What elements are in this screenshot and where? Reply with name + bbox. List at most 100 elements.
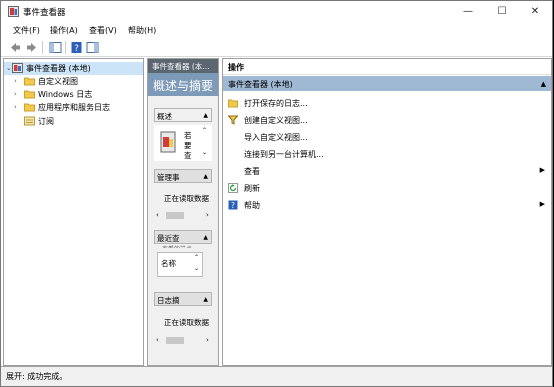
title-bar: 事件查看器 — ☐ ✕ — [1, 1, 552, 23]
svg-text:?: ? — [74, 44, 79, 54]
overview-content: 若 要 查 ⌃ ⌄ — [154, 125, 212, 161]
admin-events-section-header[interactable]: 管理事 ▲ — [154, 169, 212, 183]
action-connect-computer[interactable]: 连接到另一台计算机... — [223, 145, 551, 162]
collapse-arrow-icon: ▲ — [540, 80, 546, 88]
folder-icon — [24, 90, 35, 99]
scroll-thumb[interactable] — [166, 212, 184, 219]
log-summary-label: 日志摘 — [157, 296, 180, 305]
refresh-icon — [228, 183, 238, 193]
collapse-arrow-icon: ▲ — [203, 112, 208, 119]
expand-chevron-icon[interactable]: › — [14, 90, 17, 98]
show-hide-tree-icon[interactable] — [49, 41, 62, 54]
event-viewer-window: 事件查看器 — ☐ ✕ 文件(F) 操作(A) 查看(V) 帮助(H) ? ⌄ … — [0, 0, 553, 387]
submenu-arrow-icon: ▶ — [539, 200, 545, 208]
log-summary-status: 正在读取数据 — [164, 318, 209, 327]
expand-chevron-icon[interactable]: › — [14, 77, 17, 85]
collapse-arrow-icon: ▲ — [203, 173, 208, 180]
submenu-arrow-icon: ▶ — [539, 166, 545, 174]
menu-action[interactable]: 操作(A) — [50, 25, 78, 36]
window-title: 事件查看器 — [23, 8, 66, 18]
recent-views-list: 名称 ⌃ ⌄ — [157, 252, 203, 277]
expand-chevron-icon[interactable]: › — [14, 103, 17, 111]
filter-icon — [228, 115, 238, 125]
maximize-button[interactable]: ☐ — [485, 1, 519, 23]
toolbar-divider — [42, 41, 43, 54]
tree-root[interactable]: ⌄ 事件查看器 (本地) — [4, 62, 143, 75]
recent-views-subtitle: 查看的节点 — [162, 244, 192, 248]
toolbar-divider — [65, 41, 66, 54]
collapse-arrow-icon: ▲ — [203, 296, 208, 303]
tree-item-label: 订阅 — [38, 117, 54, 126]
action-import-custom-view[interactable]: 导入自定义视图... — [223, 128, 551, 145]
admin-events-status: 正在读取数据 — [164, 194, 209, 203]
subscription-icon — [24, 116, 35, 126]
toolbar: ? — [1, 38, 552, 57]
scroll-up-icon[interactable]: ⌃ — [202, 127, 207, 134]
scroll-up-icon[interactable]: ⌃ — [194, 254, 199, 261]
help-book-icon[interactable]: ? — [70, 41, 83, 54]
action-label: 导入自定义视图... — [244, 133, 308, 142]
action-help[interactable]: ? 帮助 ▶ — [223, 196, 551, 213]
close-button[interactable]: ✕ — [518, 1, 552, 23]
event-viewer-icon — [8, 6, 19, 17]
back-arrow-icon[interactable] — [9, 41, 22, 54]
menu-file[interactable]: 文件(F) — [13, 25, 40, 36]
name-column-header[interactable]: 名称 — [161, 258, 176, 269]
admin-events-label: 管理事 — [157, 173, 180, 182]
menu-bar: 文件(F) 操作(A) 查看(V) 帮助(H) — [1, 23, 552, 38]
summary-pane: 事件查看器 (本... 概述与摘要 概述 ▲ 若 要 查 ⌃ ⌄ 管理事 ▲ 正… — [147, 58, 219, 366]
folder-icon — [24, 77, 35, 86]
action-label: 连接到另一台计算机... — [244, 150, 324, 159]
summary-pane-header: 事件查看器 (本... — [148, 59, 218, 73]
action-label: 创建自定义视图... — [244, 116, 308, 125]
navigation-tree-pane: ⌄ 事件查看器 (本地) › 自定义视图 › Windows 日志 › 应用程序… — [3, 58, 144, 366]
log-summary-section-header[interactable]: 日志摘 ▲ — [154, 292, 212, 306]
tree-item-label: 自定义视图 — [38, 77, 78, 86]
menu-view[interactable]: 查看(V) — [89, 25, 117, 36]
tree-root-label: 事件查看器 (本地) — [26, 64, 91, 73]
minimize-button[interactable]: — — [451, 1, 485, 23]
forward-arrow-icon[interactable] — [25, 41, 38, 54]
menu-help[interactable]: 帮助(H) — [128, 25, 156, 36]
tree-item-label: Windows 日志 — [38, 90, 93, 99]
actions-section-header[interactable]: 事件查看器 (本地) ▲ — [223, 76, 551, 91]
action-open-saved-log[interactable]: 打开保存的日志... — [223, 94, 551, 111]
horizontal-scrollbar[interactable]: ‹ › — [154, 336, 212, 345]
overview-label: 概述 — [157, 112, 172, 121]
overview-text: 查 — [184, 151, 192, 160]
action-label: 打开保存的日志... — [244, 99, 308, 108]
status-bar: 展开: 成功完成。 — [1, 366, 552, 386]
scroll-left-icon[interactable]: ‹ — [156, 211, 159, 219]
scroll-down-icon[interactable]: ⌄ — [202, 149, 207, 156]
svg-text:?: ? — [231, 201, 235, 210]
actions-pane: 操作 事件查看器 (本地) ▲ 打开保存的日志... 创建自定义视图... 导入… — [222, 58, 552, 366]
event-log-icon — [160, 131, 176, 153]
scroll-right-icon[interactable]: › — [206, 211, 209, 219]
scroll-down-icon[interactable]: ⌄ — [194, 265, 199, 272]
horizontal-scrollbar[interactable]: ‹ › — [154, 211, 212, 220]
collapse-chevron-icon[interactable]: ⌄ — [6, 64, 12, 72]
action-create-custom-view[interactable]: 创建自定义视图... — [223, 111, 551, 128]
action-label: 查看 — [244, 167, 260, 176]
overview-section-header[interactable]: 概述 ▲ — [154, 108, 212, 122]
recent-views-label: 最近查 — [157, 234, 180, 243]
show-hide-action-pane-icon[interactable] — [86, 41, 99, 54]
folder-icon — [24, 103, 35, 112]
collapse-arrow-icon: ▲ — [203, 234, 208, 241]
folder-icon — [228, 99, 238, 108]
tree-item-label: 应用程序和服务日志 — [38, 103, 110, 112]
action-view[interactable]: 查看 ▶ — [223, 162, 551, 179]
scroll-thumb[interactable] — [166, 337, 184, 344]
status-text: 展开: 成功完成。 — [6, 372, 68, 381]
scroll-left-icon[interactable]: ‹ — [156, 336, 159, 344]
action-label: 帮助 — [244, 201, 260, 210]
scroll-right-icon[interactable]: › — [206, 336, 209, 344]
action-refresh[interactable]: 刷新 — [223, 179, 551, 196]
actions-pane-header: 操作 — [223, 59, 551, 75]
recent-views-section-header[interactable]: 最近查 ▲ — [154, 230, 212, 244]
help-icon: ? — [228, 200, 238, 210]
event-viewer-icon — [12, 63, 23, 73]
summary-banner: 概述与摘要 — [148, 73, 218, 96]
actions-section-label: 事件查看器 (本地) — [228, 80, 293, 89]
action-label: 刷新 — [244, 184, 260, 193]
